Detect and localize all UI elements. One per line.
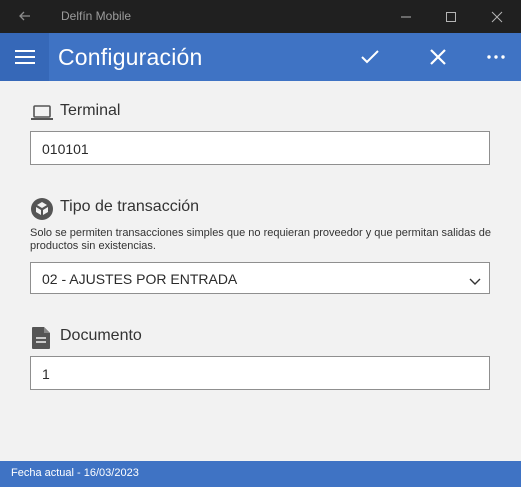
- more-options-button[interactable]: [476, 33, 516, 81]
- transaction-type-select[interactable]: 02 - AJUSTES POR ENTRADA: [30, 262, 490, 294]
- transaction-description: Solo se permiten transacciones simples q…: [30, 227, 492, 252]
- transaction-type-label: Tipo de transacción: [60, 198, 200, 215]
- app-bar: Configuración: [0, 33, 521, 81]
- close-icon[interactable]: [474, 0, 520, 33]
- status-bar: Fecha actual - 16/03/2023: [0, 461, 521, 487]
- close-x-icon: [430, 49, 446, 65]
- document-input[interactable]: 1: [30, 356, 490, 390]
- page-title: Configuración: [58, 44, 203, 70]
- laptop-icon: [30, 102, 54, 127]
- settings-form: Terminal 010101 Tipo de transacción Solo…: [0, 81, 521, 461]
- back-arrow-icon[interactable]: [16, 6, 34, 26]
- boxes-icon: [30, 197, 54, 226]
- checkmark-icon: [361, 50, 379, 64]
- chevron-down-icon: [469, 273, 481, 289]
- hamburger-menu-icon[interactable]: [0, 33, 49, 81]
- cancel-button[interactable]: [418, 33, 458, 81]
- window-titlebar: Delfín Mobile: [0, 0, 521, 33]
- maximize-icon[interactable]: [428, 0, 474, 33]
- transaction-type-value: 02 - AJUSTES POR ENTRADA: [42, 271, 238, 287]
- window-title: Delfín Mobile: [61, 9, 132, 23]
- accept-button[interactable]: [350, 33, 390, 81]
- document-label: Documento: [60, 327, 142, 344]
- minimize-icon[interactable]: [383, 0, 429, 33]
- document-icon: [31, 326, 51, 355]
- terminal-label: Terminal: [60, 102, 121, 119]
- current-date-text: Fecha actual - 16/03/2023: [11, 467, 139, 479]
- terminal-input[interactable]: 010101: [30, 131, 490, 165]
- more-ellipsis-icon: [487, 55, 505, 59]
